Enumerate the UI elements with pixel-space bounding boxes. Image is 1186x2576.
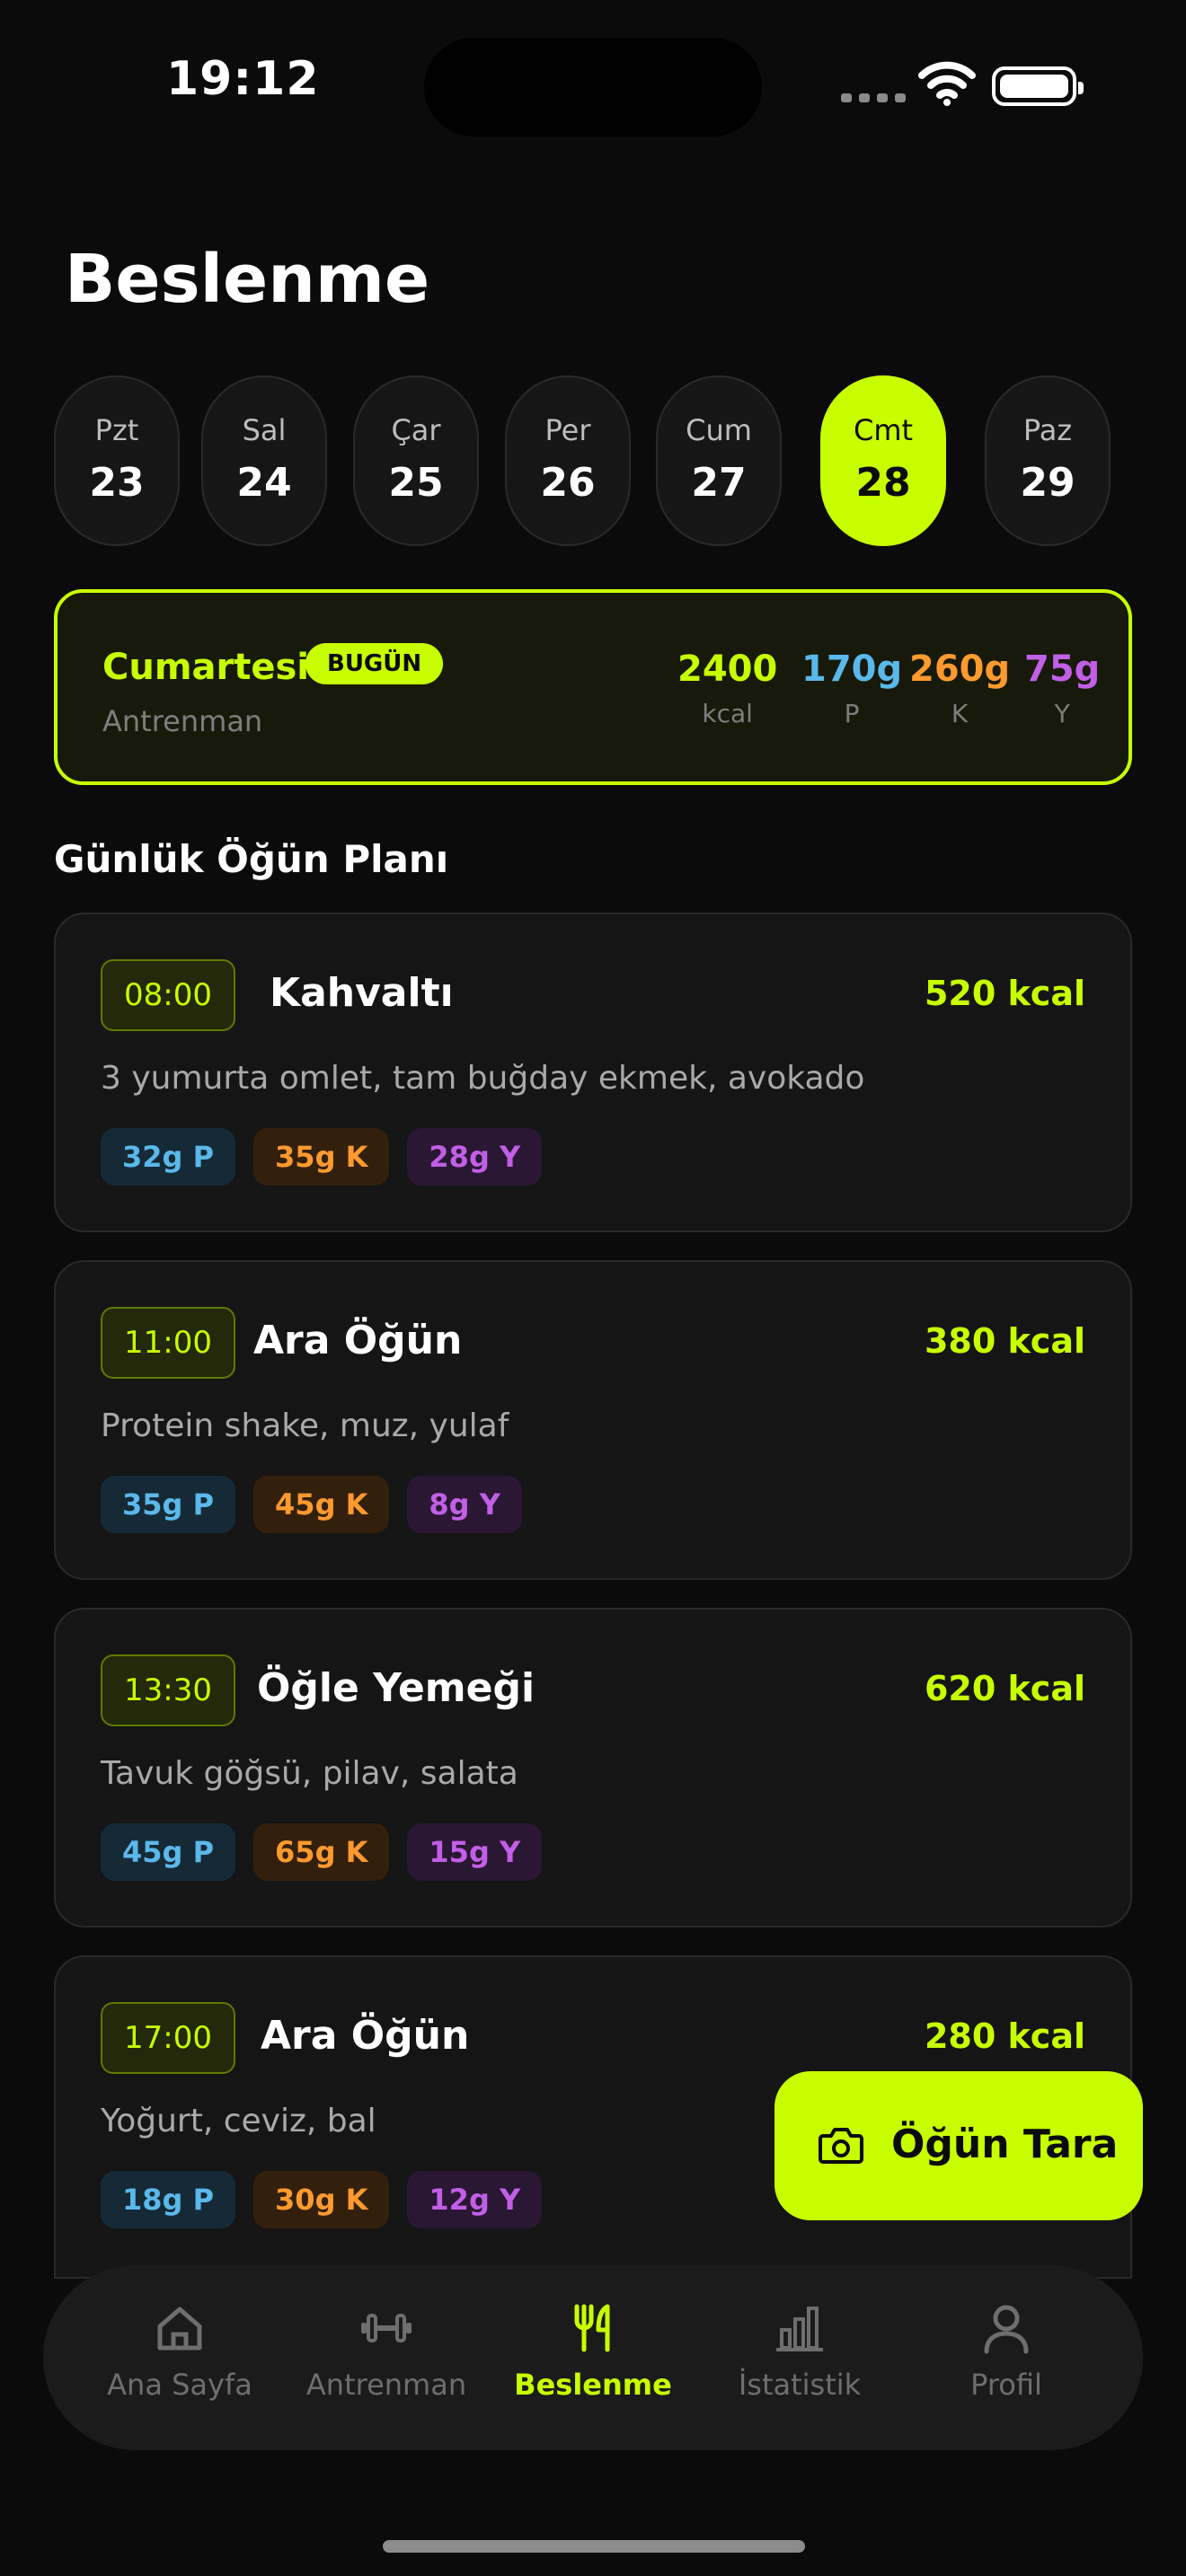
day-date: 28 — [855, 460, 911, 506]
protein-chip: 35g P — [101, 1476, 236, 1533]
meal-description: Yoğurt, ceviz, bal — [101, 2103, 376, 2139]
today-badge: BUGÜN — [305, 643, 444, 684]
day-name: Paz — [1022, 413, 1073, 447]
day-name: Sal — [242, 413, 287, 447]
day-name: Çar — [391, 413, 441, 447]
meal-macros: 32g P 35g K 28g Y — [101, 1128, 543, 1186]
home-icon — [81, 2301, 279, 2355]
carb-label: K — [951, 699, 969, 728]
kcal-label: kcal — [702, 699, 753, 728]
carb-chip: 30g K — [253, 2171, 390, 2228]
meal-name: Kahvaltı — [270, 970, 454, 1016]
day-pill-paz[interactable]: Paz 29 — [985, 375, 1111, 546]
battery-icon — [992, 66, 1084, 106]
meal-time: 08:00 — [101, 959, 235, 1031]
day-pill-per[interactable]: Per 26 — [505, 375, 631, 546]
meal-macros: 18g P 30g K 12g Y — [101, 2171, 543, 2228]
meal-description: Protein shake, muz, yulaf — [101, 1407, 509, 1444]
page-title: Beslenme — [65, 241, 430, 318]
protein-chip: 18g P — [101, 2171, 236, 2228]
summary-carb: 260g K — [909, 648, 1010, 728]
day-date: 24 — [236, 460, 292, 506]
summary-kcal: 2400 kcal — [677, 648, 777, 728]
dynamic-island — [424, 38, 762, 137]
day-pill-pzt[interactable]: Pzt 23 — [54, 375, 180, 546]
day-date: 25 — [388, 460, 444, 506]
camera-icon — [818, 2125, 864, 2168]
user-icon — [907, 2301, 1105, 2355]
day-date: 26 — [540, 460, 596, 506]
cellular-signal-icon — [841, 93, 906, 102]
meal-card-lunch[interactable]: 13:30 Öğle Yemeği 620 kcal Tavuk göğsü, … — [54, 1608, 1132, 1928]
section-title: Günlük Öğün Planı — [54, 837, 449, 881]
tab-label: Ana Sayfa — [107, 2368, 252, 2402]
fat-chip: 8g Y — [407, 1476, 522, 1533]
meal-card-snack-1[interactable]: 11:00 Ara Öğün 380 kcal Protein shake, m… — [54, 1260, 1132, 1580]
day-pill-car[interactable]: Çar 25 — [353, 375, 479, 546]
fork-knife-icon — [494, 2301, 692, 2355]
tab-label: Beslenme — [514, 2368, 672, 2402]
tab-label: İstatistik — [738, 2368, 862, 2402]
meal-time: 13:30 — [101, 1654, 235, 1726]
fat-label: Y — [1054, 699, 1070, 728]
tab-label: Profil — [970, 2368, 1042, 2402]
day-date: 27 — [691, 460, 747, 506]
carb-chip: 65g K — [253, 1823, 390, 1881]
summary-subtitle: Antrenman — [102, 704, 263, 738]
meal-kcal: 520 kcal — [924, 974, 1085, 1013]
wifi-icon — [918, 61, 976, 110]
day-pill-sal[interactable]: Sal 24 — [201, 375, 327, 546]
scan-meal-button[interactable]: Öğün Tara — [774, 2071, 1143, 2220]
meal-description: 3 yumurta omlet, tam buğday ekmek, avoka… — [101, 1060, 865, 1097]
day-pill-cum[interactable]: Cum 27 — [656, 375, 782, 546]
fat-chip: 28g Y — [407, 1128, 543, 1186]
day-name: Per — [544, 413, 591, 447]
home-indicator[interactable] — [383, 2540, 805, 2553]
summary-day: Cumartesi — [102, 647, 309, 688]
kcal-value: 2400 — [677, 648, 778, 690]
day-date: 29 — [1020, 460, 1075, 506]
meal-time: 11:00 — [101, 1307, 235, 1379]
daily-summary-card: Cumartesi BUGÜN Antrenman 2400 kcal 170g… — [54, 589, 1132, 785]
day-date: 23 — [89, 460, 145, 506]
fat-value: 75g — [1024, 648, 1101, 690]
protein-label: P — [844, 699, 860, 728]
meal-kcal: 280 kcal — [924, 2016, 1085, 2056]
day-name: Cum — [686, 413, 752, 447]
meal-name: Ara Öğün — [253, 1318, 463, 1363]
meal-kcal: 380 kcal — [924, 1321, 1085, 1361]
scan-meal-label: Öğün Tara — [891, 2122, 1119, 2167]
fat-chip: 12g Y — [407, 2171, 543, 2228]
tab-profile[interactable]: Profil — [907, 2301, 1105, 2402]
dumbbell-icon — [288, 2301, 485, 2355]
bar-chart-icon — [701, 2301, 898, 2355]
meal-kcal: 620 kcal — [924, 1669, 1085, 1708]
tab-bar: Ana Sayfa Antrenman Beslenme İstatistik … — [43, 2265, 1143, 2450]
carb-chip: 45g K — [253, 1476, 390, 1533]
tab-home[interactable]: Ana Sayfa — [81, 2301, 279, 2402]
meal-time: 17:00 — [101, 2002, 235, 2074]
carb-value: 260g — [909, 648, 1011, 690]
day-name: Pzt — [94, 413, 139, 447]
summary-protein: 170g P — [801, 648, 902, 728]
protein-chip: 45g P — [101, 1823, 236, 1881]
day-name: Cmt — [853, 413, 914, 447]
protein-chip: 32g P — [101, 1128, 236, 1186]
meal-name: Öğle Yemeği — [257, 1665, 535, 1711]
fat-chip: 15g Y — [407, 1823, 543, 1881]
day-pill-cmt[interactable]: Cmt 28 — [820, 375, 946, 546]
status-time: 19:12 — [166, 52, 320, 106]
tab-nutrition[interactable]: Beslenme — [494, 2301, 692, 2402]
meal-name: Ara Öğün — [261, 2013, 470, 2059]
meal-macros: 35g P 45g K 8g Y — [101, 1476, 522, 1533]
meal-card-breakfast[interactable]: 08:00 Kahvaltı 520 kcal 3 yumurta omlet,… — [54, 913, 1132, 1232]
meal-description: Tavuk göğsü, pilav, salata — [101, 1755, 518, 1792]
tab-stats[interactable]: İstatistik — [701, 2301, 898, 2402]
carb-chip: 35g K — [253, 1128, 390, 1186]
meal-macros: 45g P 65g K 15g Y — [101, 1823, 543, 1881]
summary-fat: 75g Y — [1024, 648, 1100, 728]
protein-value: 170g — [801, 648, 903, 690]
tab-workout[interactable]: Antrenman — [288, 2301, 485, 2402]
tab-label: Antrenman — [305, 2368, 467, 2402]
